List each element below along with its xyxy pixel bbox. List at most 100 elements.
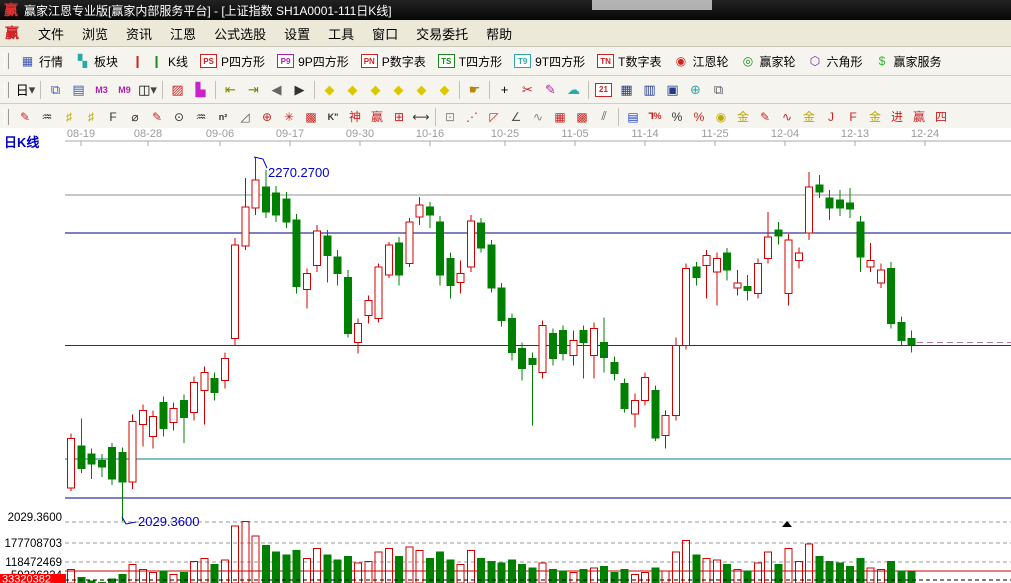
hexagon-button[interactable]: ⬡六角形 [802, 51, 869, 72]
menu-tools[interactable]: 工具 [319, 21, 363, 46]
winner-service-button[interactable]: $赢家服务 [869, 51, 948, 72]
gann-target-icon[interactable]: ⊕ [256, 107, 278, 126]
ying2-icon[interactable]: 赢 [908, 107, 930, 126]
comb2-icon[interactable]: ♒ [190, 107, 212, 126]
percent-icon[interactable]: % [666, 107, 688, 126]
wave-v-icon[interactable]: ∿ [527, 107, 549, 126]
diamond-hgrow-icon[interactable]: ◆ [387, 79, 410, 100]
calculator-icon-icon: ▦ [620, 82, 632, 98]
gann-wheel-button[interactable]: ◉江恩轮 [667, 51, 734, 72]
gann-web-icon[interactable]: ▩ [300, 107, 322, 126]
menu-settings[interactable]: 设置 [275, 21, 319, 46]
fan-lines-icon[interactable]: ⋰ [461, 107, 483, 126]
diamond-right-icon[interactable]: ◆ [341, 79, 364, 100]
wave-red-icon[interactable]: ∿ [776, 107, 798, 126]
p-number-table-button[interactable]: PNP数字表 [355, 51, 432, 72]
menu-file[interactable]: 文件 [29, 21, 73, 46]
toolbar-grip[interactable] [4, 109, 9, 125]
price-pencil-icon[interactable]: ✎ [146, 107, 168, 126]
diamond-left-icon[interactable]: ◆ [318, 79, 341, 100]
spiral9-icon[interactable]: ⌀ [124, 107, 146, 126]
t-square-button[interactable]: TST四方形 [432, 51, 508, 72]
trend-pencil-icon[interactable]: ✎ [14, 107, 36, 126]
t9-square-button[interactable]: T99T四方形 [508, 51, 591, 72]
menu-formula-stock-pick[interactable]: 公式选股 [205, 21, 275, 46]
period-dropdown[interactable]: 日▾ [14, 79, 37, 100]
si-icon[interactable]: 四 [930, 107, 952, 126]
erase-line-icon[interactable]: ✂ [516, 79, 539, 100]
notebook-icon[interactable]: ▥ [638, 79, 661, 100]
diamond-hspan-icon[interactable]: ◆ [364, 79, 387, 100]
span-arrow-icon[interactable]: ⟷ [410, 107, 432, 126]
crosshair-icon[interactable]: + [493, 79, 516, 100]
angle-ruler-icon[interactable]: ◿ [234, 107, 256, 126]
box-measure-icon[interactable]: ⊡ [439, 107, 461, 126]
menu-browse[interactable]: 浏览 [73, 21, 117, 46]
last-bar-button[interactable]: ⇥ [242, 79, 265, 100]
slash-lines-icon[interactable]: ⫽ [593, 107, 615, 126]
grid-comb-icon[interactable]: ♒ [36, 107, 58, 126]
menu-news[interactable]: 资讯 [117, 21, 161, 46]
menu-window[interactable]: 窗口 [363, 21, 407, 46]
remote-pc-icon[interactable]: ⧉ [707, 79, 730, 100]
percent-line-icon[interactable]: % [688, 107, 710, 126]
color-histogram-icon[interactable]: ▙ [189, 79, 212, 100]
ruler123-icon[interactable]: ⊞ [388, 107, 410, 126]
pattern-icon[interactable]: ▨ [166, 79, 189, 100]
f-grid-icon[interactable]: F [102, 107, 124, 126]
n-squared-icon[interactable]: n² [212, 107, 234, 126]
shen-icon[interactable]: 神 [344, 107, 366, 126]
candle-style-dropdown[interactable]: ◫▾ [136, 79, 159, 100]
hand-tool-icon[interactable]: ☛ [463, 79, 486, 100]
histogram-list-icon[interactable]: ▤ [622, 107, 644, 126]
first-bar-button[interactable]: ⇤ [219, 79, 242, 100]
p-square-button[interactable]: PSP四方形 [194, 51, 271, 72]
menu-help[interactable]: 帮助 [477, 21, 521, 46]
gold-grid2-icon[interactable]: ♯ [80, 107, 102, 126]
toolbar-grip[interactable] [4, 82, 9, 98]
gold-line-icon[interactable]: 金 [732, 107, 754, 126]
jin-icon[interactable]: 进 [886, 107, 908, 126]
fan-box-icon[interactable]: ◸ [483, 107, 505, 126]
red-grid-icon[interactable]: ▦ [549, 107, 571, 126]
percent7-icon[interactable]: ⅂% [644, 107, 666, 126]
t-number-table-button[interactable]: TNT数字表 [591, 51, 667, 72]
gold-circle-icon[interactable]: ◉ [710, 107, 732, 126]
kline-button[interactable]: ❙❙K线 [124, 51, 194, 72]
f-line-icon[interactable]: F [842, 107, 864, 126]
market-quotes-button[interactable]: ▦行情 [14, 51, 69, 72]
red-grid2-icon[interactable]: ▩ [571, 107, 593, 126]
gold-line2-icon[interactable]: 金 [798, 107, 820, 126]
diamond-allspan-icon[interactable]: ◆ [410, 79, 433, 100]
info-note-icon[interactable]: ▤ [67, 79, 90, 100]
toolbar-grip[interactable] [4, 53, 9, 69]
gann-star-icon[interactable]: ✳ [278, 107, 300, 126]
draw-pencil-icon[interactable]: ✎ [539, 79, 562, 100]
calculator-icon[interactable]: ▦ [615, 79, 638, 100]
next-bar-button[interactable]: ▶ [288, 79, 311, 100]
winner-wheel-button[interactable]: ◎赢家轮 [734, 51, 801, 72]
price-mark-icon[interactable]: ✎ [754, 107, 776, 126]
calendar-icon[interactable]: 21 [592, 79, 615, 100]
menu-gann[interactable]: 江恩 [161, 21, 205, 46]
k-quote-icon[interactable]: K" [322, 107, 344, 126]
overview-icon[interactable]: ⧉ [44, 79, 67, 100]
bars3-icon[interactable]: M3 [90, 79, 113, 100]
bars9-icon[interactable]: M9 [113, 79, 136, 100]
ying-icon[interactable]: 赢 [366, 107, 388, 126]
p9-square-button[interactable]: P99P四方形 [271, 51, 355, 72]
gold-grid-icon[interactable]: ♯ [58, 107, 80, 126]
web-globe-icon[interactable]: ⊕ [684, 79, 707, 100]
gold-slash-icon[interactable]: 金 [864, 107, 886, 126]
zigzag-cloud-icon[interactable]: ☁ [562, 79, 585, 100]
j-line-icon[interactable]: J [820, 107, 842, 126]
sectors-button[interactable]: ▚板块 [69, 51, 124, 72]
chart-area[interactable]: 日K线 08-1908-2809-0609-1709-3010-1610-251… [0, 128, 1011, 583]
clock-cycle-icon[interactable]: ⊙ [168, 107, 190, 126]
menu-trade-order[interactable]: 交易委托 [407, 21, 477, 46]
save-icon[interactable]: ▣ [661, 79, 684, 100]
diamond-allgrow-icon[interactable]: ◆ [433, 79, 456, 100]
prev-bar-button[interactable]: ◀ [265, 79, 288, 100]
angle-line-icon[interactable]: ∠ [505, 107, 527, 126]
chart-svg[interactable]: 08-1908-2809-0609-1709-3010-1610-2511-05… [0, 128, 1011, 583]
